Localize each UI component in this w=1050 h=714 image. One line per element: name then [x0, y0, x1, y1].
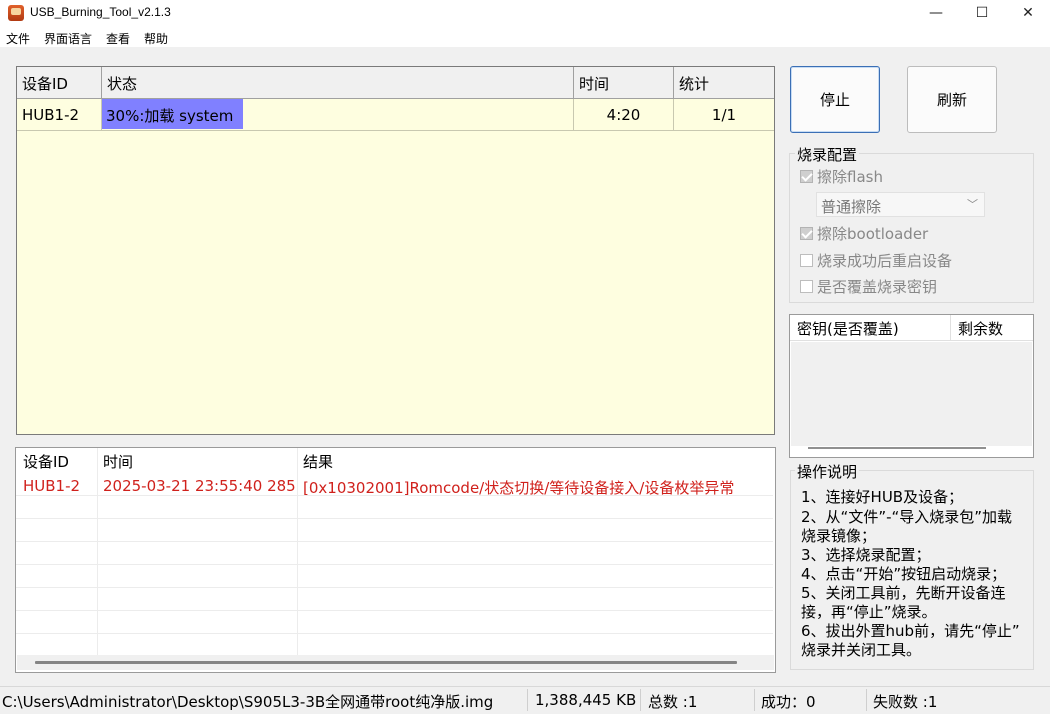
reboot-after-label: 烧录成功后重启设备 — [817, 252, 953, 270]
status-bar: C:\Users\Administrator\Desktop\S905L3-3B… — [0, 686, 1050, 714]
column-header-remaining[interactable]: 剩余数 — [951, 315, 1033, 341]
column-header-device-id[interactable]: 设备ID — [17, 67, 102, 99]
status-cell[interactable]: 30%:加载 system — [102, 99, 574, 131]
erase-bootloader-checkbox[interactable]: 擦除bootloader — [800, 223, 928, 244]
maximize-button[interactable]: ☐ — [959, 0, 1005, 26]
status-separator — [527, 689, 528, 711]
status-file-path: C:\Users\Administrator\Desktop\S905L3-3B… — [2, 693, 494, 711]
overwrite-keys-checkbox[interactable]: 是否覆盖烧录密钥 — [800, 276, 937, 297]
log-row-device-id[interactable]: HUB1-2 — [23, 477, 80, 495]
checkbox-icon — [800, 280, 813, 293]
checkbox-icon — [800, 254, 813, 267]
log-list[interactable]: 设备ID 时间 结果 HUB1-2 2025-03-21 23:55:40 28… — [15, 447, 776, 673]
column-header-status[interactable]: 状态 — [102, 67, 574, 99]
status-separator — [754, 689, 755, 711]
title-bar: USB_Burning_Tool_v2.1.3 — ☐ ✕ — [0, 0, 1050, 26]
erase-mode-value: 普通擦除 — [821, 198, 882, 216]
menu-view[interactable]: 查看 — [106, 30, 130, 47]
log-header-time[interactable]: 时间 — [103, 451, 133, 472]
column-header-key[interactable]: 密钥(是否覆盖) — [790, 315, 951, 341]
instruction-line: 4、点击“开始”按钮启动烧录； — [801, 565, 1007, 583]
row-divider — [16, 518, 773, 519]
instruction-line: 1、连接好HUB及设备； — [801, 488, 964, 506]
row-divider — [16, 610, 773, 611]
instructions-group: 1、连接好HUB及设备； 2、从“文件”-“导入烧录包”加载 烧录镜像； 3、选… — [790, 470, 1034, 670]
chevron-down-icon: ﹀ — [967, 198, 978, 211]
checkbox-icon — [800, 170, 813, 183]
menu-language[interactable]: 界面语言 — [44, 30, 92, 47]
window-title: USB_Burning_Tool_v2.1.3 — [30, 5, 171, 19]
log-header-device-id[interactable]: 设备ID — [23, 451, 69, 472]
erase-bootloader-label: 擦除bootloader — [817, 225, 929, 243]
reboot-after-checkbox[interactable]: 烧录成功后重启设备 — [800, 250, 952, 271]
menu-bar: 文件 界面语言 查看 帮助 — [0, 26, 1050, 47]
status-file-size: 1,388,445 KB — [535, 691, 637, 709]
scrollbar-thumb[interactable] — [35, 661, 737, 664]
log-horizontal-scrollbar[interactable] — [17, 655, 774, 670]
stop-button[interactable]: 停止 — [790, 66, 880, 133]
status-separator — [866, 689, 867, 711]
instruction-line: 烧录镜像； — [801, 527, 877, 545]
column-header-stats[interactable]: 统计 — [674, 67, 774, 99]
instruction-line: 烧录并关闭工具。 — [801, 641, 922, 659]
time-cell[interactable]: 4:20 — [574, 99, 674, 131]
instruction-line: 2、从“文件”-“导入烧录包”加载 — [801, 508, 1013, 526]
app-icon — [8, 5, 24, 21]
overwrite-keys-label: 是否覆盖烧录密钥 — [817, 278, 938, 296]
minimize-button[interactable]: — — [913, 0, 959, 26]
row-divider — [16, 633, 773, 634]
close-button[interactable]: ✕ — [1005, 0, 1050, 26]
log-row-result[interactable]: [0x10302001]Romcode/状态切换/等待设备接入/设备枚举异常 — [303, 477, 734, 498]
erase-flash-checkbox[interactable]: 擦除flash — [800, 166, 883, 187]
instructions-title: 操作说明 — [795, 461, 860, 482]
row-divider — [16, 541, 773, 542]
instruction-line: 6、拔出外置hub前，请先“停止” — [801, 622, 1020, 640]
status-success: 成功：0 — [761, 693, 816, 711]
menu-file[interactable]: 文件 — [6, 30, 30, 47]
device-grid[interactable]: 设备ID 状态 时间 统计 HUB1-2 30%:加载 system 4:20 … — [16, 66, 775, 435]
log-header-result[interactable]: 结果 — [303, 451, 333, 472]
column-header-time[interactable]: 时间 — [574, 67, 674, 99]
progress-status-text: 30%:加载 system — [106, 107, 234, 125]
keys-list-body — [791, 342, 1032, 446]
status-failed: 失败数 :1 — [873, 693, 938, 711]
instruction-line: 3、选择烧录配置； — [801, 546, 931, 564]
stats-cell[interactable]: 1/1 — [674, 99, 774, 131]
device-id-cell[interactable]: HUB1-2 — [17, 99, 102, 131]
checkbox-icon — [800, 227, 813, 240]
burn-config-title: 烧录配置 — [795, 144, 860, 165]
refresh-button[interactable]: 刷新 — [907, 66, 997, 133]
log-row-time[interactable]: 2025-03-21 23:55:40 285 — [103, 477, 296, 495]
menu-help[interactable]: 帮助 — [144, 30, 168, 47]
instruction-line: 5、关闭工具前，先断开设备连 — [801, 584, 1006, 602]
erase-flash-label: 擦除flash — [817, 168, 883, 186]
keys-scrollbar[interactable] — [808, 447, 986, 449]
instruction-line: 接，再“停止”烧录。 — [801, 603, 937, 621]
row-divider — [16, 564, 773, 565]
row-divider — [16, 587, 773, 588]
status-separator — [640, 689, 641, 711]
keys-list[interactable]: 密钥(是否覆盖) 剩余数 — [789, 314, 1034, 458]
erase-mode-select[interactable]: 普通擦除 ﹀ — [816, 192, 985, 217]
status-total: 总数 :1 — [648, 693, 698, 711]
